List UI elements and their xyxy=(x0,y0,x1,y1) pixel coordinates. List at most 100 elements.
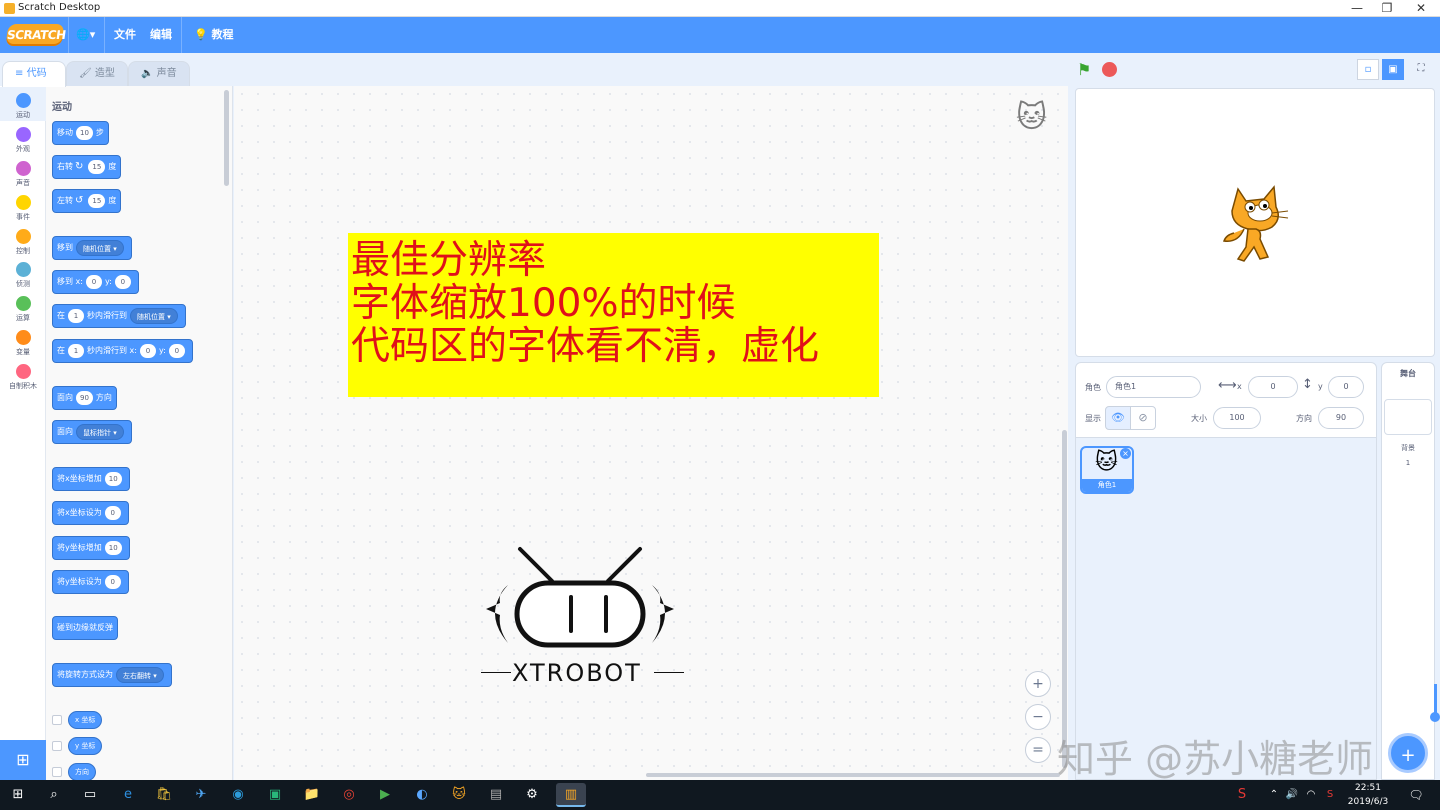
block-point-towards[interactable]: 面向 鼠标指针 ▾ xyxy=(52,420,132,444)
app-icon[interactable]: ◐ xyxy=(410,783,434,807)
degrees-input[interactable]: 15 xyxy=(88,159,106,174)
tab-code[interactable]: ≡ 代码 xyxy=(2,61,66,87)
windows-start-icon[interactable]: ⊞ xyxy=(6,783,30,807)
block-goto-xy[interactable]: 移到 x: 0 y: 0 xyxy=(52,270,139,294)
settings-gear-icon[interactable]: ⚙ xyxy=(520,783,544,807)
block-change-y[interactable]: 将y坐标增加 10 xyxy=(52,536,130,560)
tutorials-menu[interactable]: 💡 教程 xyxy=(194,27,234,43)
clock[interactable]: 22:51 2019/6/3 xyxy=(1346,781,1390,809)
rotation-dropdown[interactable]: 左右翻转 ▾ xyxy=(116,666,164,683)
minimize-button[interactable]: — xyxy=(1340,0,1374,16)
block-bounce[interactable]: 碰到边缘就反弹 xyxy=(52,616,118,640)
app-icon[interactable]: ◉ xyxy=(226,783,250,807)
edge-browser-icon[interactable]: e xyxy=(116,783,140,807)
add-extension-button[interactable]: ⊞ xyxy=(0,740,46,780)
stop-icon[interactable] xyxy=(1102,62,1117,77)
size-input[interactable]: 100 xyxy=(1213,407,1261,429)
block-set-x[interactable]: 将x坐标设为 0 xyxy=(52,501,129,525)
block-glide-xy[interactable]: 在 1 秒内滑行到 x: 0 y: 0 xyxy=(52,339,193,363)
block-turn-right[interactable]: 右转 ↻ 15 度 xyxy=(52,155,122,179)
store-icon[interactable]: 🛍 xyxy=(152,783,176,807)
scratch-logo[interactable]: SCRATCH xyxy=(5,24,67,46)
reporter-x-position[interactable]: x 坐标 xyxy=(68,711,103,729)
app-icon[interactable]: ▣ xyxy=(263,783,287,807)
value-input[interactable]: 10 xyxy=(104,540,122,555)
category-item[interactable]: 事件 xyxy=(0,189,46,223)
input-method-icon[interactable]: S xyxy=(1230,783,1254,807)
chrome-icon[interactable]: ◎ xyxy=(337,783,361,807)
small-stage-button[interactable]: ▫ xyxy=(1357,59,1379,80)
block-move-steps[interactable]: 移动 10 步 xyxy=(52,121,109,145)
y-position-checkbox[interactable] xyxy=(52,741,62,751)
x-input[interactable]: 0 xyxy=(139,343,156,358)
goto-dropdown[interactable]: 随机位置 ▾ xyxy=(76,239,124,256)
block-change-x[interactable]: 将x坐标增加 10 xyxy=(52,467,130,491)
category-item[interactable]: 运算 xyxy=(0,290,46,324)
category-item[interactable]: 外观 xyxy=(0,121,46,155)
app-icon[interactable]: 🐱 xyxy=(447,783,471,807)
scratch-taskbar-icon[interactable]: ▥ xyxy=(556,783,586,807)
stage-selector[interactable]: 舞台 背景 1 xyxy=(1381,362,1435,780)
direction-checkbox[interactable] xyxy=(52,767,62,777)
reporter-y-position[interactable]: y 坐标 xyxy=(68,737,103,755)
towards-dropdown[interactable]: 鼠标指针 ▾ xyxy=(76,423,124,440)
y-input[interactable]: 0 xyxy=(168,343,185,358)
zoom-in-button[interactable]: + xyxy=(1025,671,1051,697)
language-menu-icon[interactable]: 🌐▾ xyxy=(76,27,95,43)
y-input[interactable]: 0 xyxy=(1328,376,1364,398)
category-item[interactable]: 变量 xyxy=(0,324,46,358)
file-menu[interactable]: 文件 xyxy=(114,27,136,43)
tab-sounds[interactable]: 🔈 声音 xyxy=(128,61,190,86)
task-view-icon[interactable]: ▭ xyxy=(78,783,102,807)
green-flag-icon[interactable]: ⚑ xyxy=(1077,60,1091,79)
close-button[interactable]: ✕ xyxy=(1404,0,1438,16)
category-item[interactable]: 侦测 xyxy=(0,256,46,290)
edit-menu[interactable]: 编辑 xyxy=(150,27,172,43)
category-item[interactable]: 声音 xyxy=(0,155,46,189)
value-input[interactable]: 0 xyxy=(104,574,121,589)
code-vertical-scrollbar[interactable] xyxy=(1062,430,1067,768)
block-rotation-style[interactable]: 将旋转方式设为 左右翻转 ▾ xyxy=(52,663,172,687)
file-explorer-icon[interactable]: 📁 xyxy=(300,783,324,807)
seconds-input[interactable]: 1 xyxy=(68,308,84,323)
category-item[interactable]: 自制积木 xyxy=(0,358,46,392)
seconds-input[interactable]: 1 xyxy=(68,343,84,358)
x-input[interactable]: 0 xyxy=(1248,376,1298,398)
backdrop-thumbnail[interactable] xyxy=(1384,399,1432,435)
block-point-direction[interactable]: 面向 90 方向 xyxy=(52,386,117,410)
maximize-button[interactable]: ❐ xyxy=(1370,0,1404,16)
zoom-out-button[interactable]: − xyxy=(1025,704,1051,730)
sprite-name-input[interactable]: 角色1 xyxy=(1106,376,1201,398)
add-sprite-button[interactable]: + xyxy=(1388,733,1428,773)
x-position-checkbox[interactable] xyxy=(52,715,62,725)
fullscreen-button[interactable]: ⛶ xyxy=(1410,59,1432,80)
notification-icon[interactable]: 🗨 xyxy=(1404,783,1428,807)
block-set-y[interactable]: 将y坐标设为 0 xyxy=(52,570,129,594)
block-glide[interactable]: 在 1 秒内滑行到 随机位置 ▾ xyxy=(52,304,186,328)
palette-scrollbar[interactable] xyxy=(224,90,229,186)
degrees-input[interactable]: 15 xyxy=(88,193,106,208)
app-icon[interactable]: ▤ xyxy=(484,783,508,807)
category-item[interactable]: 控制 xyxy=(0,223,46,257)
direction-input[interactable]: 90 xyxy=(1318,407,1364,429)
steps-input[interactable]: 10 xyxy=(76,125,93,140)
media-player-icon[interactable]: ▶ xyxy=(373,783,397,807)
y-input[interactable]: 0 xyxy=(114,274,131,289)
zoom-reset-button[interactable]: = xyxy=(1025,737,1051,763)
value-input[interactable]: 10 xyxy=(104,471,122,486)
glide-dropdown[interactable]: 随机位置 ▾ xyxy=(130,307,178,324)
x-input[interactable]: 0 xyxy=(85,274,102,289)
category-item[interactable]: 运动 xyxy=(0,87,46,121)
value-input[interactable]: 0 xyxy=(104,505,121,520)
normal-stage-button[interactable]: ▣ xyxy=(1382,59,1404,80)
code-horizontal-scrollbar[interactable] xyxy=(646,773,1060,777)
show-eye-icon[interactable]: 👁 xyxy=(1105,406,1131,430)
delete-sprite-icon[interactable]: × xyxy=(1120,448,1131,459)
tab-costumes[interactable]: 🖌 造型 xyxy=(66,61,128,86)
search-icon[interactable]: ⌕ xyxy=(42,783,66,807)
code-area[interactable] xyxy=(234,86,1068,780)
block-goto[interactable]: 移到 随机位置 ▾ xyxy=(52,236,132,260)
app-icon[interactable]: ✈ xyxy=(189,783,213,807)
direction-input[interactable]: 90 xyxy=(76,390,93,405)
reporter-direction[interactable]: 方向 xyxy=(68,763,96,780)
